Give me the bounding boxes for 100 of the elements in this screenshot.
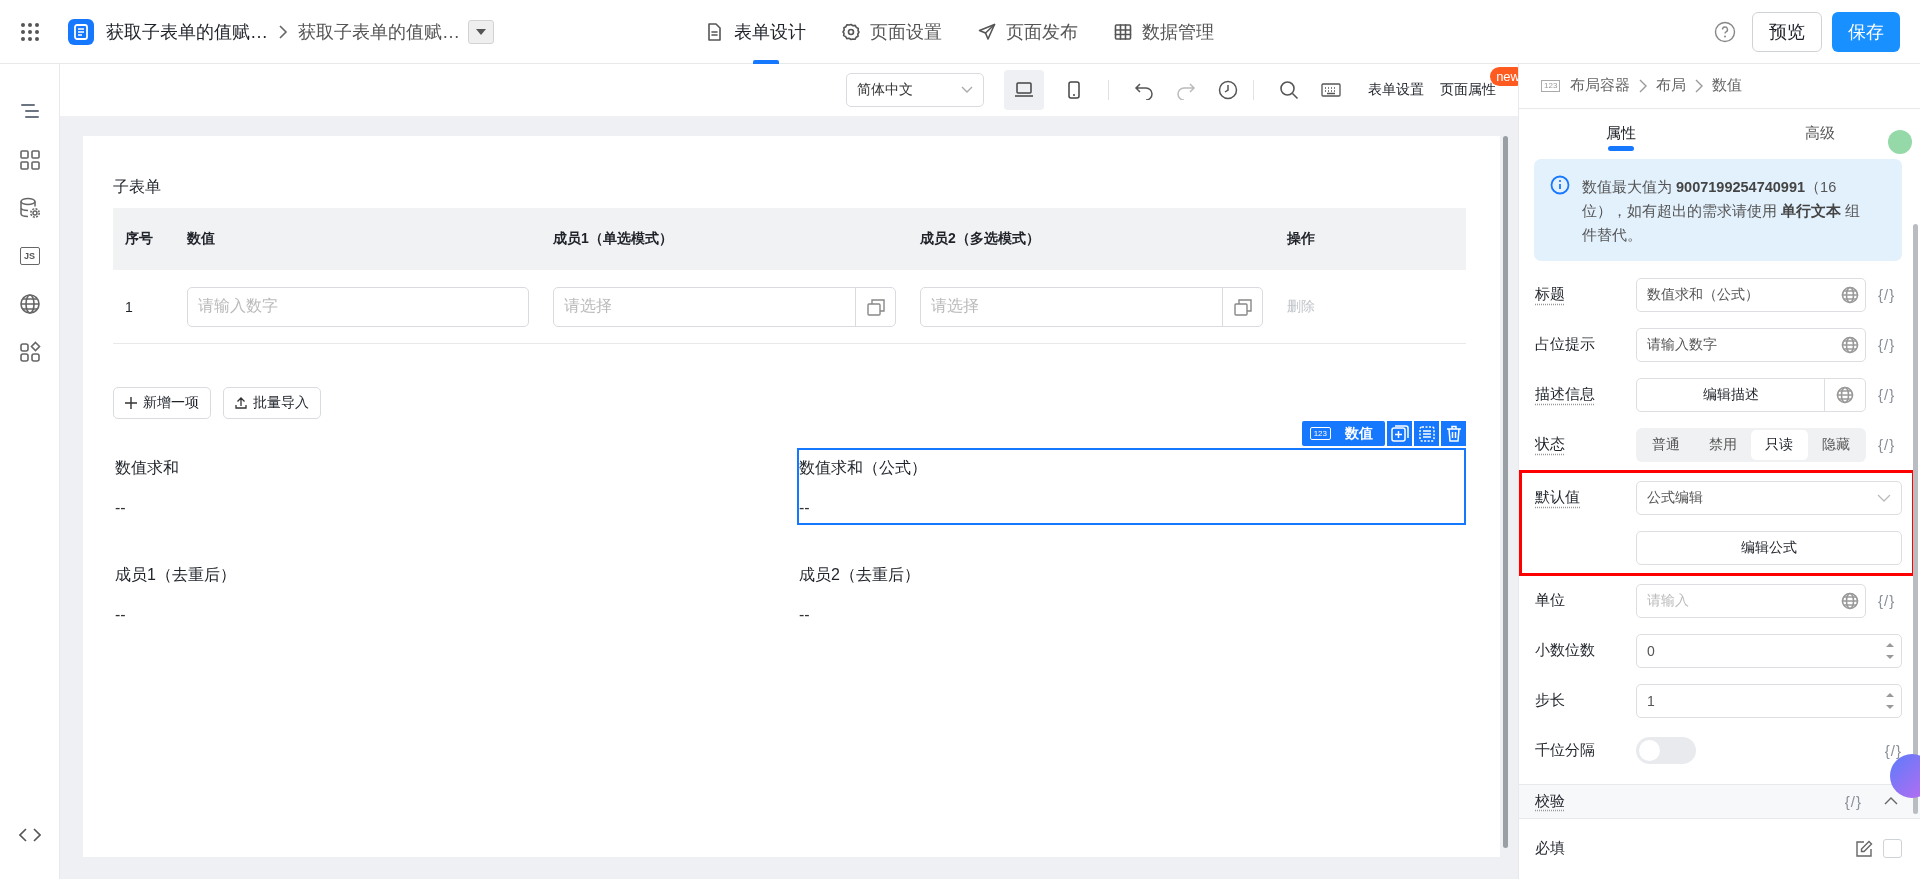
nav-tab[interactable]: 页面发布 (978, 0, 1078, 64)
document-icon (706, 23, 724, 41)
plus-icon (125, 397, 137, 409)
form-field[interactable]: 数值求和（公式） -- (797, 448, 1466, 525)
column-header: 操作 (1286, 230, 1316, 248)
property-label: 描述信息 (1535, 385, 1596, 405)
form-field[interactable]: 成员1（去重后） -- (113, 555, 797, 632)
info-icon (1550, 174, 1570, 195)
segment-option[interactable]: 隐藏 (1807, 429, 1864, 460)
language-select[interactable]: 简体中文 (846, 73, 984, 107)
field-value: -- (115, 499, 127, 517)
app-title[interactable]: 获取子表单的值赋… (106, 20, 268, 44)
field-label: 成员1（去重后） (115, 565, 237, 585)
upload-icon (235, 397, 247, 409)
nav-tab[interactable]: 数据管理 (1114, 0, 1214, 64)
spinner-icon[interactable] (1885, 641, 1895, 660)
copy-icon[interactable] (1416, 423, 1437, 444)
subform-title: 子表单 (113, 177, 162, 197)
globe-icon[interactable] (1841, 285, 1859, 304)
column-header: 序号 (124, 230, 154, 248)
property-label: 必填 (1535, 839, 1566, 859)
globe-icon[interactable] (18, 293, 41, 315)
copy-icon (1233, 297, 1252, 316)
form-field[interactable]: 数值求和 -- (113, 448, 797, 525)
breadcrumb-item[interactable]: 布局容器 (1570, 76, 1631, 96)
gear-icon (842, 23, 860, 41)
number-type-icon: 123 (1309, 427, 1331, 440)
panel-tab[interactable]: 高级 (1720, 108, 1920, 159)
paper-plane-icon (978, 23, 996, 41)
text-input[interactable]: 请输入数字 (1636, 327, 1866, 362)
add-icon[interactable] (1389, 423, 1410, 444)
column-header: 数值 (186, 230, 216, 248)
scrollbar[interactable] (1913, 224, 1918, 814)
chevron-right-icon (1638, 77, 1649, 94)
undo-icon[interactable] (1134, 80, 1154, 100)
search-icon[interactable] (1279, 80, 1299, 100)
column-header: 成员1（单选模式） (552, 230, 674, 248)
bulk-import-button[interactable]: 批量导入 (223, 387, 321, 419)
history-icon[interactable] (1218, 80, 1238, 100)
form-field[interactable]: 成员2（去重后） -- (797, 555, 1466, 632)
table-icon (1114, 23, 1132, 41)
segment-option[interactable]: 禁用 (1694, 429, 1751, 460)
default-value-select[interactable]: 公式编辑 (1636, 480, 1902, 515)
code-icon[interactable] (18, 827, 41, 843)
chevron-down-icon (1877, 493, 1891, 502)
document-icon (74, 24, 88, 40)
edit-icon[interactable] (1855, 839, 1873, 858)
breadcrumb-item[interactable]: 数值 (1712, 76, 1743, 96)
property-label: 占位提示 (1535, 335, 1596, 355)
edit-formula-button[interactable]: 编辑公式 (1636, 530, 1902, 565)
js-icon[interactable]: JS (19, 247, 40, 265)
field-value: -- (799, 606, 811, 624)
spinner-icon[interactable] (1885, 691, 1895, 710)
page-dropdown[interactable] (468, 20, 494, 44)
section-title: 校验 (1535, 791, 1566, 811)
property-label: 步长 (1535, 691, 1566, 711)
database-gear-icon[interactable] (18, 197, 41, 219)
chevron-up-icon[interactable] (1884, 797, 1898, 806)
number-input[interactable]: 1 (1636, 683, 1902, 718)
property-label: 单位 (1535, 591, 1566, 611)
shapes-icon[interactable] (18, 341, 41, 363)
app-logo[interactable] (68, 19, 94, 45)
section-header[interactable]: 校验 {/} (1519, 783, 1920, 819)
panel-tab[interactable]: 属性 (1521, 108, 1721, 159)
nav-tab[interactable]: 页面设置 (842, 0, 942, 64)
preview-button[interactable]: 预览 (1752, 12, 1822, 52)
form-settings-link[interactable]: 表单设置 (1368, 81, 1424, 99)
field-label: 成员2（去重后） (799, 565, 921, 585)
segment-option[interactable]: 只读 (1751, 429, 1808, 460)
table-cell-text: 1 (124, 298, 134, 315)
component-type-label: 数值 (1345, 424, 1373, 443)
checkbox[interactable] (1883, 839, 1902, 859)
breadcrumb-item[interactable]: 布局 (1656, 76, 1687, 96)
apps-grid-icon[interactable] (20, 22, 40, 42)
globe-icon[interactable] (1836, 385, 1854, 404)
property-label: 默认值 (1535, 488, 1581, 508)
copy-icon (866, 297, 885, 316)
text-input[interactable]: 数值求和（公式） (1636, 277, 1866, 312)
scrollbar[interactable] (1503, 136, 1508, 848)
globe-icon[interactable] (1841, 335, 1859, 354)
property-label: 标题 (1535, 285, 1566, 305)
nav-tab[interactable]: 表单设计 (706, 0, 806, 64)
add-item-button[interactable]: 新增一项 (113, 387, 211, 419)
help-icon[interactable] (1714, 21, 1736, 43)
chevron-down-icon (961, 86, 973, 94)
device-toggle[interactable] (1004, 70, 1044, 110)
laptop-icon (1014, 81, 1034, 99)
keyboard-icon[interactable] (1321, 80, 1341, 100)
components-grid-icon[interactable] (18, 149, 41, 171)
chevron-right-icon (278, 24, 288, 40)
field-label: 数值求和（公式） (799, 458, 928, 478)
globe-icon[interactable] (1841, 591, 1859, 610)
property-label: 状态 (1535, 435, 1566, 455)
page-title[interactable]: 获取子表单的值赋… (298, 20, 460, 44)
number-input[interactable]: 0 (1636, 633, 1902, 668)
segment-option[interactable]: 普通 (1638, 429, 1695, 460)
field-value: -- (115, 606, 127, 624)
notice-text: 数值最大值为 9007199254740991（16位），如有超出的需求请使用 单行文本 组件替代。 (1582, 177, 1862, 245)
property-label: 千位分隔 (1535, 741, 1596, 761)
column-header: 成员2（多选模式） (919, 230, 1041, 248)
